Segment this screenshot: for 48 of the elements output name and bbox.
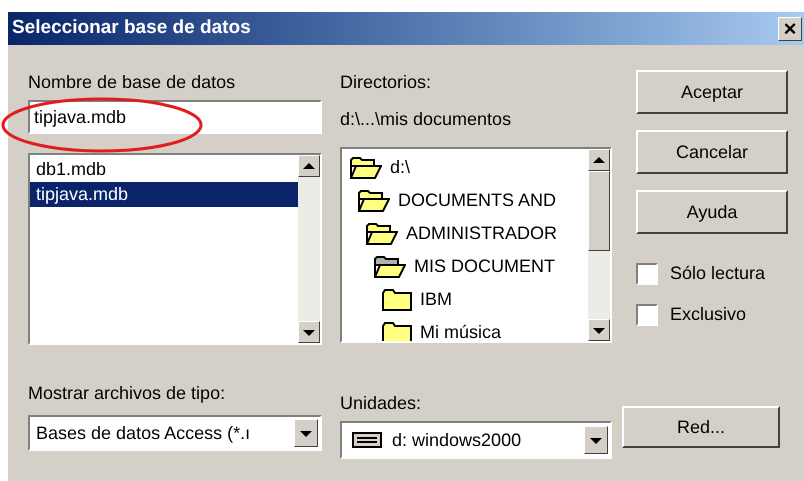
open-folder-icon [358, 190, 390, 212]
directory-path: d:\...\mis documentos [340, 108, 512, 131]
scroll-up-button[interactable] [588, 149, 610, 171]
scroll-up-button[interactable] [298, 155, 320, 177]
field-label: Directorios: [340, 71, 432, 94]
folder-item[interactable]: DOCUMENTS AND [342, 184, 588, 217]
folder-item[interactable]: Mi música [342, 316, 588, 341]
scroll-down-button[interactable] [298, 321, 320, 343]
folder-item[interactable]: d:\ [342, 151, 588, 184]
drive-icon [352, 432, 382, 448]
field-label: Nombre de base de datos [28, 71, 236, 94]
folder-item[interactable]: IBM [342, 283, 588, 316]
open-folder-icon [366, 222, 398, 244]
open-folder-icon [374, 256, 406, 278]
drive-dropdown[interactable]: d: windows2000 [340, 421, 612, 459]
window-title: Seleccionar base de datos [12, 16, 251, 40]
network-button[interactable]: Red... [622, 406, 780, 448]
dropdown-button[interactable] [584, 426, 608, 454]
down-arrow-icon [590, 436, 602, 444]
dropdown-button[interactable] [294, 419, 318, 447]
up-arrow-icon [303, 162, 315, 170]
checkbox[interactable] [636, 304, 658, 326]
field-label: Unidades: [340, 392, 422, 415]
down-arrow-icon [593, 326, 605, 334]
down-arrow-icon [300, 430, 312, 436]
scrollbar[interactable] [588, 149, 610, 341]
folder-item[interactable]: ADMINISTRADOR [342, 217, 588, 250]
scroll-down-button[interactable] [588, 319, 610, 341]
folder-icon [382, 322, 412, 341]
open-folder-icon [350, 156, 382, 178]
folder-item[interactable]: MIS DOCUMENT [342, 250, 588, 283]
scrollbar[interactable] [298, 155, 320, 343]
folder-icon [382, 288, 412, 310]
file-type-dropdown[interactable]: Bases de datos Access (*.ı [28, 415, 322, 451]
dialog-button[interactable]: Ayuda [636, 190, 788, 234]
dialog-button[interactable]: Aceptar [636, 70, 788, 114]
down-arrow-icon [303, 328, 315, 336]
close-button[interactable]: × [778, 16, 802, 40]
file-item[interactable]: db1.mdb [30, 157, 298, 182]
up-arrow-icon [593, 156, 605, 164]
checkbox[interactable] [636, 262, 658, 284]
file-item[interactable]: tipjava.mdb [30, 182, 298, 207]
checkbox-label: Sólo lectura [670, 262, 766, 285]
dialog-button[interactable]: Cancelar [636, 130, 788, 174]
checkbox-label: Exclusivo [670, 303, 746, 326]
scroll-thumb[interactable] [588, 171, 610, 251]
name-field[interactable]: tipjava.mdb [28, 100, 322, 134]
field-label: Mostrar archivos de tipo: [28, 382, 226, 405]
